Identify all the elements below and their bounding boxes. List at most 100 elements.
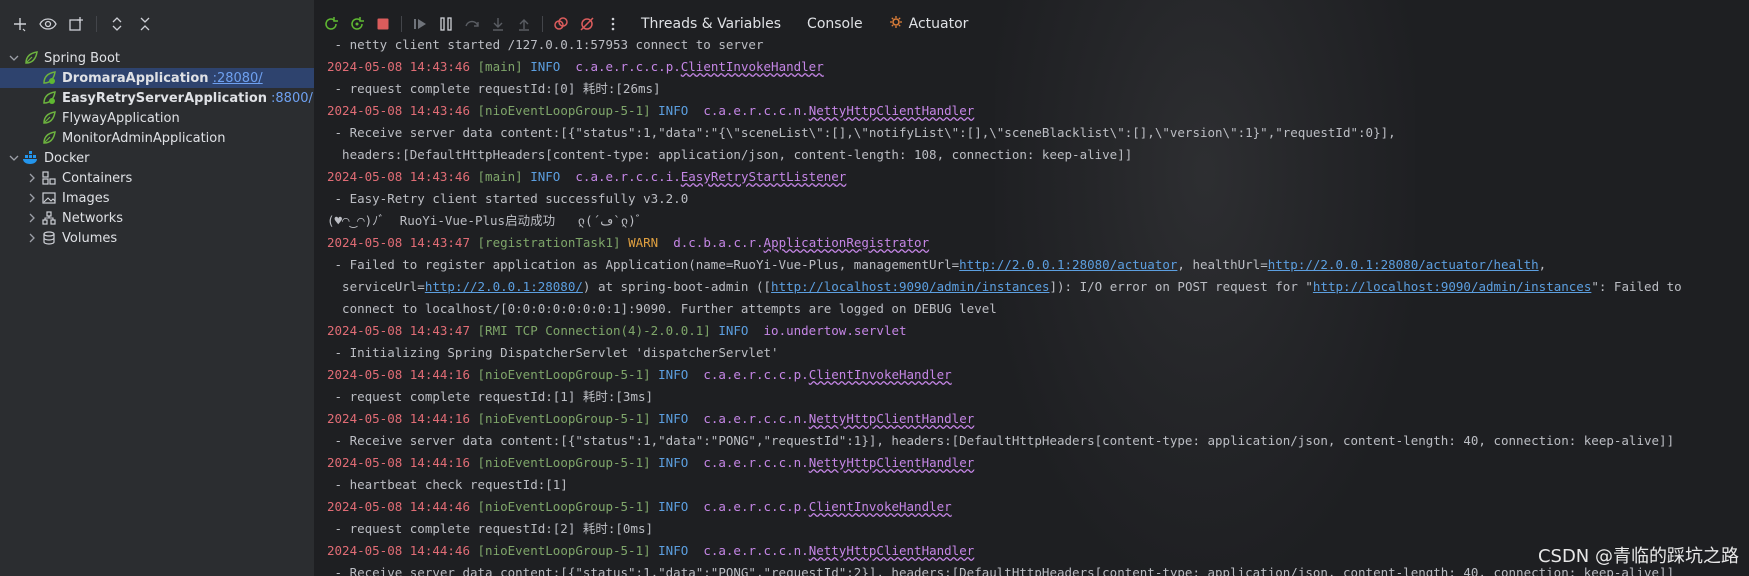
log-message: - Receive server data content:[{"status"… xyxy=(327,433,1675,448)
log-logger: c.a.e.r.c.c.i.EasyRetryStartListener xyxy=(575,169,846,184)
tree-node-flyway-application[interactable]: FlywayApplication xyxy=(0,108,314,128)
logger-class[interactable]: NettyHttpClientHandler xyxy=(809,411,975,426)
log-message: headers:[DefaultHttpHeaders[content-type… xyxy=(327,147,1133,162)
tree-node-docker[interactable]: Docker xyxy=(0,148,314,168)
log-level: INFO xyxy=(658,103,689,118)
console-line: 2024-05-08 14:43:46 [main] INFO c.a.e.r.… xyxy=(327,56,1749,78)
log-message-part: - Failed to register application as Appl… xyxy=(327,257,960,272)
tree-node-networks[interactable]: Networks xyxy=(0,208,314,228)
log-message: - request complete requestId:[1] 耗时:[3ms… xyxy=(327,389,654,404)
logger-class[interactable]: NettyHttpClientHandler xyxy=(809,455,975,470)
console-line: - Easy-Retry client started successfully… xyxy=(327,188,1749,210)
spring-run-icon xyxy=(40,70,58,86)
logger-package: c.a.e.r.c.c.p. xyxy=(703,499,809,514)
log-message: (♥◠‿◠)ﾉﾞ RuoYi-Vue-Plus启动成功 ლ(´ڡ`ლ)ﾞ xyxy=(327,213,643,228)
console-line: - Receive server data content:[{"status"… xyxy=(327,122,1749,144)
console-output[interactable]: - netty client started /127.0.0.1:57953 … xyxy=(315,34,1749,576)
console-line: - Failed to register application as Appl… xyxy=(327,254,1749,276)
chevron-down-icon[interactable] xyxy=(6,50,22,66)
logger-class[interactable]: ApplicationRegistrator xyxy=(764,235,930,250)
logger-package: io.undertow.servlet xyxy=(763,323,907,338)
mute-breakpoints-icon[interactable] xyxy=(575,12,599,36)
log-thread: [main] xyxy=(477,59,523,74)
log-level: INFO xyxy=(718,323,749,338)
pause-icon[interactable] xyxy=(434,12,458,36)
restart-icon[interactable] xyxy=(345,12,369,36)
tree-node-images[interactable]: Images xyxy=(0,188,314,208)
logger-class[interactable]: NettyHttpClientHandler xyxy=(809,103,975,118)
step-out-icon[interactable] xyxy=(512,12,536,36)
step-into-icon[interactable] xyxy=(486,12,510,36)
log-url-link[interactable]: http://2.0.0.1:28080/actuator/health xyxy=(1268,257,1539,272)
console-line: (♥◠‿◠)ﾉﾞ RuoYi-Vue-Plus启动成功 ლ(´ڡ`ლ)ﾞ xyxy=(327,210,1749,232)
logger-class[interactable]: EasyRetryStartListener xyxy=(681,169,847,184)
log-logger: d.c.b.a.c.r.ApplicationRegistrator xyxy=(673,235,929,250)
chevron-down-icon[interactable] xyxy=(6,150,22,166)
stop-icon[interactable] xyxy=(371,12,395,36)
tree-node-monitor-admin-application[interactable]: MonitorAdminApplication xyxy=(0,128,314,148)
tab-actuator[interactable]: Actuator xyxy=(889,15,968,33)
logger-package: c.a.e.r.c.c.n. xyxy=(703,543,809,558)
tree-node-containers[interactable]: Containers xyxy=(0,168,314,188)
log-thread: [nioEventLoopGroup-5-1] xyxy=(477,367,651,382)
log-level: INFO xyxy=(658,499,689,514)
log-message: - Initializing Spring DispatcherServlet … xyxy=(327,345,779,360)
add-service-icon[interactable] xyxy=(8,12,32,36)
port-link[interactable]: :28080/ xyxy=(213,71,263,86)
new-group-icon[interactable] xyxy=(64,12,88,36)
tab-threads-variables[interactable]: Threads & Variables xyxy=(641,16,781,32)
step-over-icon[interactable] xyxy=(460,12,484,36)
console-line: - Initializing Spring DispatcherServlet … xyxy=(327,342,1749,364)
logger-package: c.a.e.r.c.c.i. xyxy=(575,169,681,184)
log-timestamp: 2024-05-08 14:44:16 xyxy=(327,455,470,470)
log-thread: [RMI TCP Connection(4)-2.0.0.1] xyxy=(477,323,711,338)
chevron-right-icon[interactable] xyxy=(24,230,40,246)
resume-icon[interactable] xyxy=(408,12,432,36)
rerun-icon[interactable] xyxy=(319,12,343,36)
chevron-right-icon[interactable] xyxy=(24,170,40,186)
console-line: 2024-05-08 14:43:46 [nioEventLoopGroup-5… xyxy=(327,100,1749,122)
console-line: 2024-05-08 14:44:46 [nioEventLoopGroup-5… xyxy=(327,540,1749,562)
log-level: INFO xyxy=(658,411,689,426)
console-line: - request complete requestId:[0] 耗时:[26m… xyxy=(327,78,1749,100)
log-url-link[interactable]: http://localhost:9090/admin/instances xyxy=(1313,279,1591,294)
images-icon xyxy=(40,190,58,206)
collapse-all-icon[interactable] xyxy=(133,12,157,36)
tab-console[interactable]: Console xyxy=(807,16,863,32)
port-link[interactable]: :8800/ xyxy=(271,91,313,106)
chevron-right-icon[interactable] xyxy=(24,210,40,226)
log-url-link[interactable]: http://2.0.0.1:28080/actuator xyxy=(959,257,1177,272)
log-message: - request complete requestId:[2] 耗时:[0ms… xyxy=(327,521,654,536)
logger-class[interactable]: NettyHttpClientHandler xyxy=(809,543,975,558)
eye-icon[interactable] xyxy=(36,12,60,36)
view-breakpoints-icon[interactable] xyxy=(549,12,573,36)
tree-node-spring-boot[interactable]: Spring Boot xyxy=(0,48,314,68)
log-level: INFO xyxy=(530,59,561,74)
tree-node-volumes[interactable]: Volumes xyxy=(0,228,314,248)
console-line: 2024-05-08 14:44:16 [nioEventLoopGroup-5… xyxy=(327,364,1749,386)
log-message-part: ]): I/O error on POST request for " xyxy=(1049,279,1313,294)
chevron-right-icon[interactable] xyxy=(24,190,40,206)
console-line: 2024-05-08 14:43:47 [registrationTask1] … xyxy=(327,232,1749,254)
logger-class[interactable]: ClientInvokeHandler xyxy=(809,367,952,382)
log-timestamp: 2024-05-08 14:43:47 xyxy=(327,323,470,338)
toolbar-separator xyxy=(96,16,97,32)
log-thread: [nioEventLoopGroup-5-1] xyxy=(477,103,651,118)
services-panel: Spring Boot DromaraApplication :28080/ E… xyxy=(0,0,315,576)
tab-label: Threads & Variables xyxy=(641,16,782,32)
log-timestamp: 2024-05-08 14:43:47 xyxy=(327,235,470,250)
logger-package: c.a.e.r.c.c.n. xyxy=(703,103,809,118)
spring-boot-icon xyxy=(22,50,40,66)
log-url-link[interactable]: http://localhost:9090/admin/instances xyxy=(771,279,1049,294)
logger-class[interactable]: ClientInvokeHandler xyxy=(809,499,952,514)
log-level: INFO xyxy=(530,169,561,184)
expand-all-icon[interactable] xyxy=(105,12,129,36)
log-logger: c.a.e.r.c.c.n.NettyHttpClientHandler xyxy=(703,411,974,426)
more-options-icon[interactable] xyxy=(601,12,625,36)
tree-node-easyretry-server-application[interactable]: EasyRetryServerApplication :8800/ xyxy=(0,88,314,108)
logger-class[interactable]: ClientInvokeHandler xyxy=(681,59,824,74)
tree-label: Containers xyxy=(62,170,133,186)
log-url-link[interactable]: http://2.0.0.1:28080/ xyxy=(425,279,583,294)
log-message-part: ": Failed to xyxy=(1591,279,1682,294)
tree-node-dromara-application[interactable]: DromaraApplication :28080/ xyxy=(0,68,314,88)
